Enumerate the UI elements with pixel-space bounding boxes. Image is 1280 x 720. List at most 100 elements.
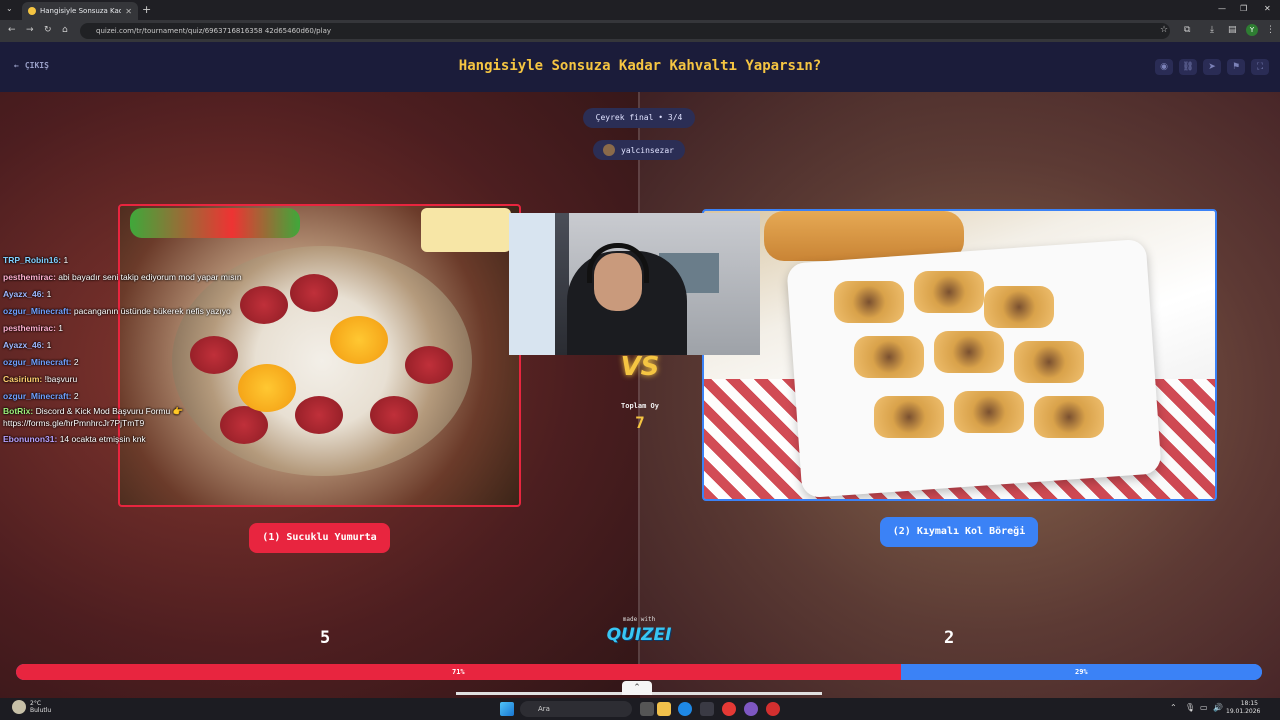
new-tab-icon[interactable]: + [142, 3, 151, 16]
round-badge: Çeyrek final • 3/4 [583, 108, 695, 128]
chat-message: ozgur_Minecraft: pacanganın üstünde büke… [3, 303, 303, 320]
vs-badge: VS [620, 352, 660, 382]
downloads-icon[interactable]: ⤓ [1210, 25, 1214, 35]
volume-icon[interactable]: 🔊 [1213, 703, 1223, 712]
right-progress-fill: 29% [900, 664, 1262, 680]
network-icon[interactable]: ▭ [1200, 703, 1208, 712]
chat-username: pesthemirac: [3, 323, 56, 333]
fullscreen-icon[interactable]: ⛶ [1251, 59, 1269, 75]
flag-icon[interactable]: ⚑ [1227, 59, 1245, 75]
choice-left-button[interactable]: (1) Sucuklu Yumurta [249, 523, 390, 553]
clock-date: 19.01.2026 [1226, 708, 1261, 715]
home-icon[interactable]: ⌂ [62, 25, 68, 35]
windows-taskbar: 2°C Bulutlu ⚲ Ara ⌃ 🎙 ▭ 🔊 18:15 19.01.20… [0, 698, 1280, 720]
chat-message: ozgur_Minecraft: 2 [3, 388, 303, 405]
cloud-icon [12, 700, 26, 714]
browser-menu-icon[interactable]: ⋮ [1266, 25, 1275, 35]
chrome-icon[interactable] [722, 702, 736, 716]
chat-text: 2 [73, 357, 79, 367]
taskbar-search[interactable]: Ara [520, 701, 632, 717]
chat-username: Ebonunon31: [3, 434, 58, 444]
choice-right-button[interactable]: (2) Kıymalı Kol Böreği [880, 517, 1038, 547]
extensions-icon[interactable]: ⧉ [1184, 25, 1190, 35]
browser-toolbar: ← → ↻ ⌂ quizei.com/tr/tournament/quiz/69… [0, 20, 1280, 42]
chat-text: !başvuru [44, 374, 78, 384]
vote-progress-bar: 71% 29% [16, 664, 1262, 680]
chat-username: pesthemirac: [3, 272, 56, 282]
share-icon[interactable]: ➤ [1203, 59, 1221, 75]
clock[interactable]: 18:15 19.01.2026 [1226, 700, 1261, 716]
chat-username: ozgur_Minecraft: [3, 391, 72, 401]
sucuk-slice [405, 346, 453, 384]
chat-username: BotRix: [3, 406, 34, 416]
chat-username: ozgur_Minecraft: [3, 357, 72, 367]
chat-username: Casirium: [3, 374, 43, 384]
creator-name: yalcinsezar [621, 145, 674, 155]
window-close-icon[interactable]: ✕ [1264, 4, 1271, 13]
quiz-title: Hangisiyle Sonsuza Kadar Kahvaltı Yapars… [458, 58, 822, 74]
borek-roll [954, 391, 1024, 433]
chat-message: TRP_Robin16: 1 [3, 252, 303, 269]
chat-message: Ayazx_46: 1 [3, 337, 303, 354]
borek-roll [874, 396, 944, 438]
egg-yolk [330, 316, 388, 364]
app-icon[interactable] [744, 702, 758, 716]
restore-icon[interactable]: ❐ [1240, 4, 1247, 13]
chat-overlay: TRP_Robin16: 1 pesthemirac: abi bayadır s… [3, 252, 303, 448]
link-icon[interactable]: ⛓ [1179, 59, 1197, 75]
chat-message: Ebonunon31: 14 ocakta etmişsin knk [3, 431, 303, 448]
quizei-logo: QUIZEI [606, 625, 672, 645]
borek-roll [984, 286, 1054, 328]
borek-roll [1014, 341, 1084, 383]
eye-icon[interactable]: ◉ [1155, 59, 1173, 75]
chat-username: Ayazx_46: [3, 340, 45, 350]
bookmark-star-icon[interactable]: ☆ [1160, 25, 1168, 35]
chat-username: Ayazx_46: [3, 289, 45, 299]
start-icon[interactable] [500, 702, 514, 716]
cheese-slices [421, 208, 511, 252]
chat-message: BotRix: Discord & Kick Mod Başvuru Formu… [3, 405, 303, 431]
browser-tab[interactable]: Hangisiyle Sonsuza Kadar Kahv ✕ [22, 2, 138, 20]
profile-avatar[interactable]: Y [1246, 24, 1258, 36]
chat-username: TRP_Robin16: [3, 255, 62, 265]
obs-icon[interactable] [766, 702, 780, 716]
weather-desc: Bulutlu [30, 707, 52, 714]
webcam-window [509, 213, 555, 355]
edge-icon[interactable] [678, 702, 692, 716]
creator-avatar [603, 144, 615, 156]
creator-badge[interactable]: yalcinsezar [593, 140, 685, 160]
chat-text: 1 [46, 340, 52, 350]
tomato-garnish [130, 208, 300, 238]
chat-text: 1 [58, 323, 64, 333]
total-votes-value: 7 [635, 413, 645, 432]
borek-roll [854, 336, 924, 378]
chat-message: Casirium: !başvuru [3, 371, 303, 388]
chevron-up-icon[interactable]: ⌃ [622, 681, 652, 695]
browser-tab-strip: ⌄ Hangisiyle Sonsuza Kadar Kahv ✕ + — ❐ … [0, 0, 1280, 20]
address-bar[interactable]: quizei.com/tr/tournament/quiz/6963716816… [80, 23, 1170, 39]
reload-icon[interactable]: ↻ [44, 25, 52, 35]
sidebar-icon[interactable]: ▤ [1228, 25, 1237, 35]
app-header: ← ÇIKIŞ Hangisiyle Sonsuza Kadar Kahvalt… [0, 42, 1280, 92]
borek-roll [1034, 396, 1104, 438]
weather-widget[interactable]: 2°C Bulutlu [12, 700, 51, 714]
tray-chevron-icon[interactable]: ⌃ [1170, 703, 1177, 712]
chat-message: Ayazx_46: 1 [3, 286, 303, 303]
minimize-icon[interactable]: — [1218, 4, 1226, 13]
store-icon[interactable] [700, 702, 714, 716]
total-votes-label: Toplam Oy [621, 402, 659, 410]
right-vote-count: 2 [944, 628, 955, 648]
file-explorer-icon[interactable] [657, 702, 671, 716]
back-icon[interactable]: ← [8, 25, 16, 35]
mic-icon[interactable]: 🎙 [1185, 703, 1195, 712]
chat-text: 14 ocakta etmişsin knk [59, 434, 146, 444]
task-view-icon[interactable] [640, 702, 654, 716]
tab-list-icon[interactable]: ⌄ [6, 4, 13, 13]
clock-time: 18:15 [1240, 700, 1258, 707]
forward-icon[interactable]: → [26, 25, 34, 35]
close-tab-icon[interactable]: ✕ [125, 7, 132, 16]
borek-roll [914, 271, 984, 313]
favicon-icon [28, 7, 36, 15]
choice-right-image[interactable] [702, 209, 1217, 501]
chat-text: abi bayadır seni takip ediyorum mod yapa… [58, 272, 242, 282]
